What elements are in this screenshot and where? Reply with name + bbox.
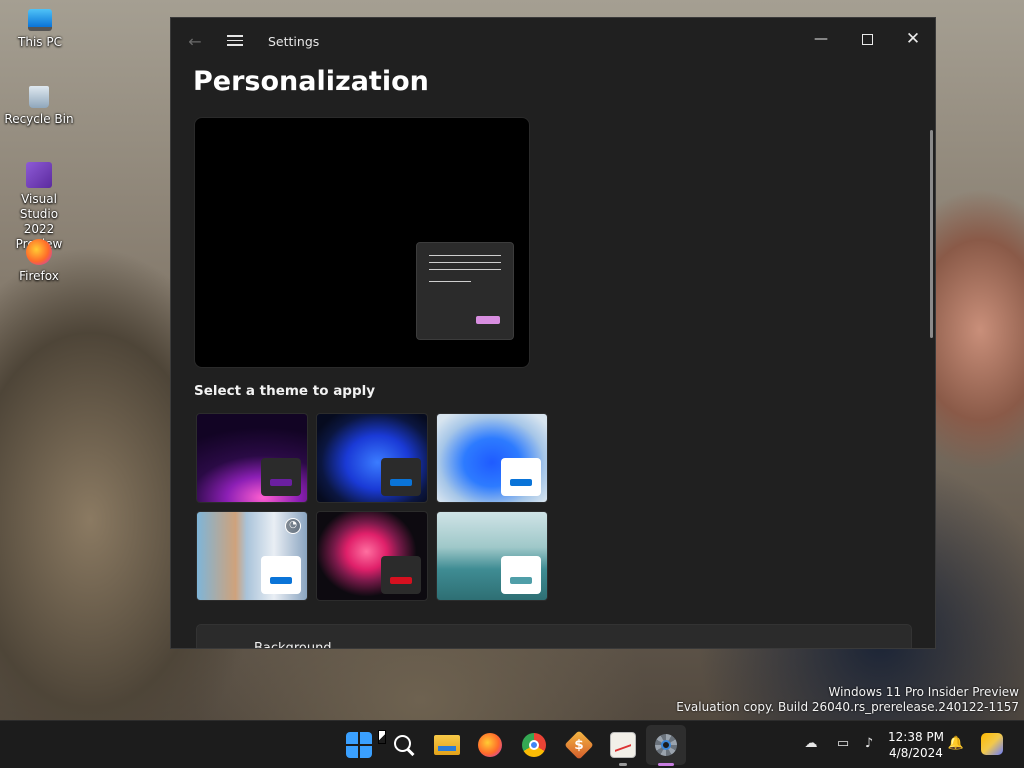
recycle-bin-icon — [29, 86, 49, 108]
hamburger-icon-line — [227, 39, 243, 41]
clock-date: 4/8/2024 — [889, 746, 943, 760]
title-bar: ← Settings — ✕ — [171, 18, 935, 64]
clock[interactable]: 12:38 PM 4/8/2024 — [880, 729, 952, 761]
window-title: Settings — [268, 34, 320, 49]
theme-swatch — [261, 556, 301, 594]
folder-icon[interactable] — [434, 735, 460, 755]
scrollbar[interactable] — [930, 130, 933, 338]
chrome-icon[interactable] — [522, 733, 546, 757]
theme-accent-bar — [270, 479, 292, 486]
theme-accent-bar — [270, 577, 292, 584]
minimize-icon: — — [814, 31, 828, 47]
theme-preview — [194, 117, 530, 368]
gear-icon[interactable] — [653, 732, 679, 758]
theme-swatch — [261, 458, 301, 496]
copilot-icon[interactable] — [981, 733, 1003, 755]
desktop-icon-this-pc[interactable]: This PC — [0, 9, 80, 50]
preview-line — [429, 281, 471, 282]
clock-time: 12:38 PM — [888, 730, 944, 744]
theme-bloom-dark[interactable] — [316, 413, 428, 503]
watermark-line: Evaluation copy. Build 26040.rs_prerelea… — [676, 700, 1019, 714]
theme-swatch — [381, 556, 421, 594]
firefox-icon — [26, 239, 52, 265]
maximize-button[interactable] — [844, 24, 890, 54]
close-button[interactable]: ✕ — [890, 24, 935, 54]
back-button[interactable]: ← — [185, 32, 205, 52]
theme-sunrise[interactable] — [436, 511, 548, 601]
visual-studio-icon — [26, 162, 52, 188]
theme-swatch — [501, 458, 541, 496]
theme-section-label: Select a theme to apply — [194, 383, 376, 399]
minimize-button[interactable]: — — [798, 24, 844, 54]
theme-accent-bar — [390, 577, 412, 584]
settings-window: ← Settings — ✕ Personalization Select a … — [170, 17, 936, 649]
theme-swatch — [381, 458, 421, 496]
theme-glow-dark[interactable] — [196, 413, 308, 503]
preview-line — [429, 269, 501, 270]
windows-start-icon[interactable] — [346, 732, 372, 758]
watermark-line: Windows 11 Pro Insider Preview — [828, 685, 1019, 699]
firefox-icon[interactable] — [478, 733, 502, 757]
desktop-icon-label: Recycle Bin — [4, 112, 74, 126]
background-row-label: Background — [254, 641, 332, 649]
theme-accent-bar — [390, 479, 412, 486]
theme-flow[interactable] — [316, 511, 428, 601]
page-title: Personalization — [193, 66, 429, 97]
preview-line — [429, 255, 501, 256]
notification-bell-icon[interactable]: 🔔 — [947, 736, 965, 752]
close-icon: ✕ — [905, 29, 921, 49]
volume-icon[interactable]: ♪ — [860, 736, 878, 752]
hamburger-icon-line — [227, 44, 243, 46]
theme-accent-bar — [510, 479, 532, 486]
network-icon[interactable]: ▭ — [834, 736, 852, 752]
image-icon[interactable] — [610, 732, 636, 758]
navigation-menu-button[interactable] — [225, 32, 245, 52]
preview-window — [416, 242, 514, 340]
theme-grid: ◔ — [196, 413, 556, 613]
windows-watermark: Windows 11 Pro Insider Preview Evaluatio… — [676, 685, 1019, 715]
active-indicator — [658, 763, 674, 766]
arrow-left-icon: ← — [188, 32, 202, 51]
preview-line — [429, 262, 501, 263]
preview-accent-button — [476, 316, 500, 324]
background-setting-row[interactable]: Background — [196, 624, 912, 649]
desktop-icon-label: Firefox — [19, 269, 59, 283]
running-indicator — [619, 763, 627, 766]
theme-spotlight[interactable]: ◔ — [196, 511, 308, 601]
maximize-icon — [861, 33, 873, 45]
onedrive-icon[interactable]: ☁ — [802, 736, 820, 752]
hamburger-icon — [227, 35, 243, 37]
theme-swatch — [501, 556, 541, 594]
desktop-icon-firefox[interactable]: Firefox — [0, 239, 79, 284]
taskbar: $ ☁ ▭ ♪ 12:38 PM 4/8/2024 🔔 — [0, 720, 1024, 768]
dollar-icon[interactable]: $ — [564, 730, 594, 760]
theme-accent-bar — [510, 577, 532, 584]
mouse-cursor — [378, 730, 386, 744]
spotlight-icon: ◔ — [285, 518, 301, 534]
search-icon[interactable] — [391, 732, 417, 758]
desktop-icon-label: This PC — [18, 35, 62, 49]
monitor-icon — [28, 9, 52, 31]
theme-bloom-light[interactable] — [436, 413, 548, 503]
desktop-icon-recycle-bin[interactable]: Recycle Bin — [0, 86, 79, 127]
